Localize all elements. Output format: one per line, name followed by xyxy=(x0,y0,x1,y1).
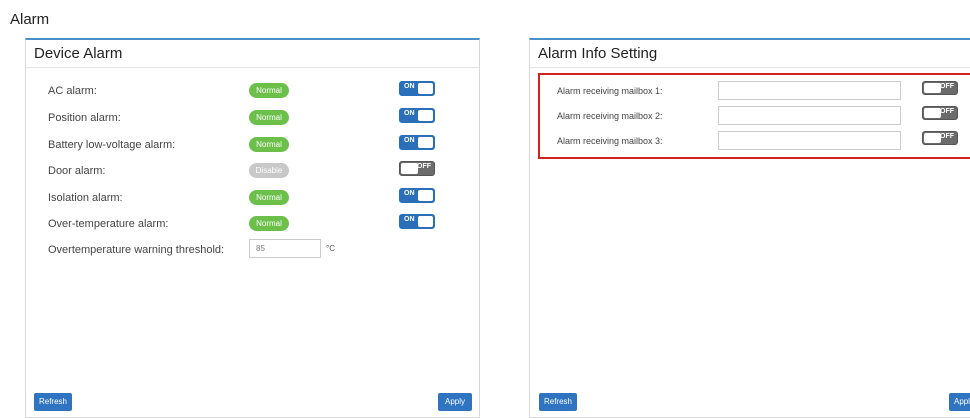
mailbox-1-toggle[interactable]: OFF xyxy=(922,81,958,95)
position-alarm-toggle[interactable]: ON xyxy=(399,108,435,123)
isolation-alarm-toggle[interactable]: ON xyxy=(399,188,435,203)
alarm-info-panel: Alarm Info Setting Alarm receiving mailb… xyxy=(529,38,970,418)
mailbox-2-toggle[interactable]: OFF xyxy=(922,106,958,120)
threshold-row: Overtemperature warning threshold: °C xyxy=(26,239,479,265)
mailbox-label: Alarm receiving mailbox 2: xyxy=(557,111,663,121)
alarm-label: Over-temperature alarm: xyxy=(48,218,169,230)
alarm-label: AC alarm: xyxy=(48,85,97,97)
apply-button[interactable]: Apply xyxy=(949,393,970,411)
status-badge: Normal xyxy=(249,137,289,152)
alarm-row-isolation: Isolation alarm: Normal ON xyxy=(26,187,479,213)
mailbox-2-input[interactable] xyxy=(718,106,901,125)
mailbox-3-toggle[interactable]: OFF xyxy=(922,131,958,145)
alarm-label: Door alarm: xyxy=(48,165,106,177)
refresh-button[interactable]: Refresh xyxy=(539,393,577,411)
status-badge: Normal xyxy=(249,110,289,125)
alarm-info-title: Alarm Info Setting xyxy=(530,40,970,68)
mailbox-1-input[interactable] xyxy=(718,81,901,100)
alarm-label: Position alarm: xyxy=(48,112,121,124)
refresh-button[interactable]: Refresh xyxy=(34,393,72,411)
alarm-row-door: Door alarm: Disable OFF xyxy=(26,160,479,186)
mailbox-row-3: Alarm receiving mailbox 3: OFF xyxy=(540,131,970,155)
threshold-input[interactable] xyxy=(249,239,321,258)
threshold-label: Overtemperature warning threshold: xyxy=(48,244,225,256)
apply-button[interactable]: Apply xyxy=(438,393,472,411)
mailbox-label: Alarm receiving mailbox 3: xyxy=(557,136,663,146)
status-badge: Normal xyxy=(249,216,289,231)
battery-alarm-toggle[interactable]: ON xyxy=(399,135,435,150)
mailbox-row-2: Alarm receiving mailbox 2: OFF xyxy=(540,106,970,130)
page-title: Alarm xyxy=(10,11,50,28)
alarm-label: Isolation alarm: xyxy=(48,192,123,204)
device-alarm-panel: Device Alarm AC alarm: Normal ON Positio… xyxy=(25,38,480,418)
alarm-row-ac: AC alarm: Normal ON xyxy=(26,80,479,106)
alarm-row-position: Position alarm: Normal ON xyxy=(26,107,479,133)
mailbox-3-input[interactable] xyxy=(718,131,901,150)
mailbox-row-1: Alarm receiving mailbox 1: OFF xyxy=(540,81,970,105)
status-badge: Normal xyxy=(249,83,289,98)
alarm-label: Battery low-voltage alarm: xyxy=(48,139,176,151)
mailbox-highlight-box: Alarm receiving mailbox 1: OFF Alarm rec… xyxy=(538,73,970,159)
status-badge: Normal xyxy=(249,190,289,205)
mailbox-label: Alarm receiving mailbox 1: xyxy=(557,86,663,96)
threshold-unit: °C xyxy=(326,244,335,253)
over-temperature-alarm-toggle[interactable]: ON xyxy=(399,214,435,229)
device-alarm-title: Device Alarm xyxy=(26,40,479,68)
door-alarm-toggle[interactable]: OFF xyxy=(399,161,435,176)
ac-alarm-toggle[interactable]: ON xyxy=(399,81,435,96)
alarm-row-over-temperature: Over-temperature alarm: Normal ON xyxy=(26,213,479,239)
alarm-row-battery: Battery low-voltage alarm: Normal ON xyxy=(26,134,479,160)
status-badge: Disable xyxy=(249,163,289,178)
